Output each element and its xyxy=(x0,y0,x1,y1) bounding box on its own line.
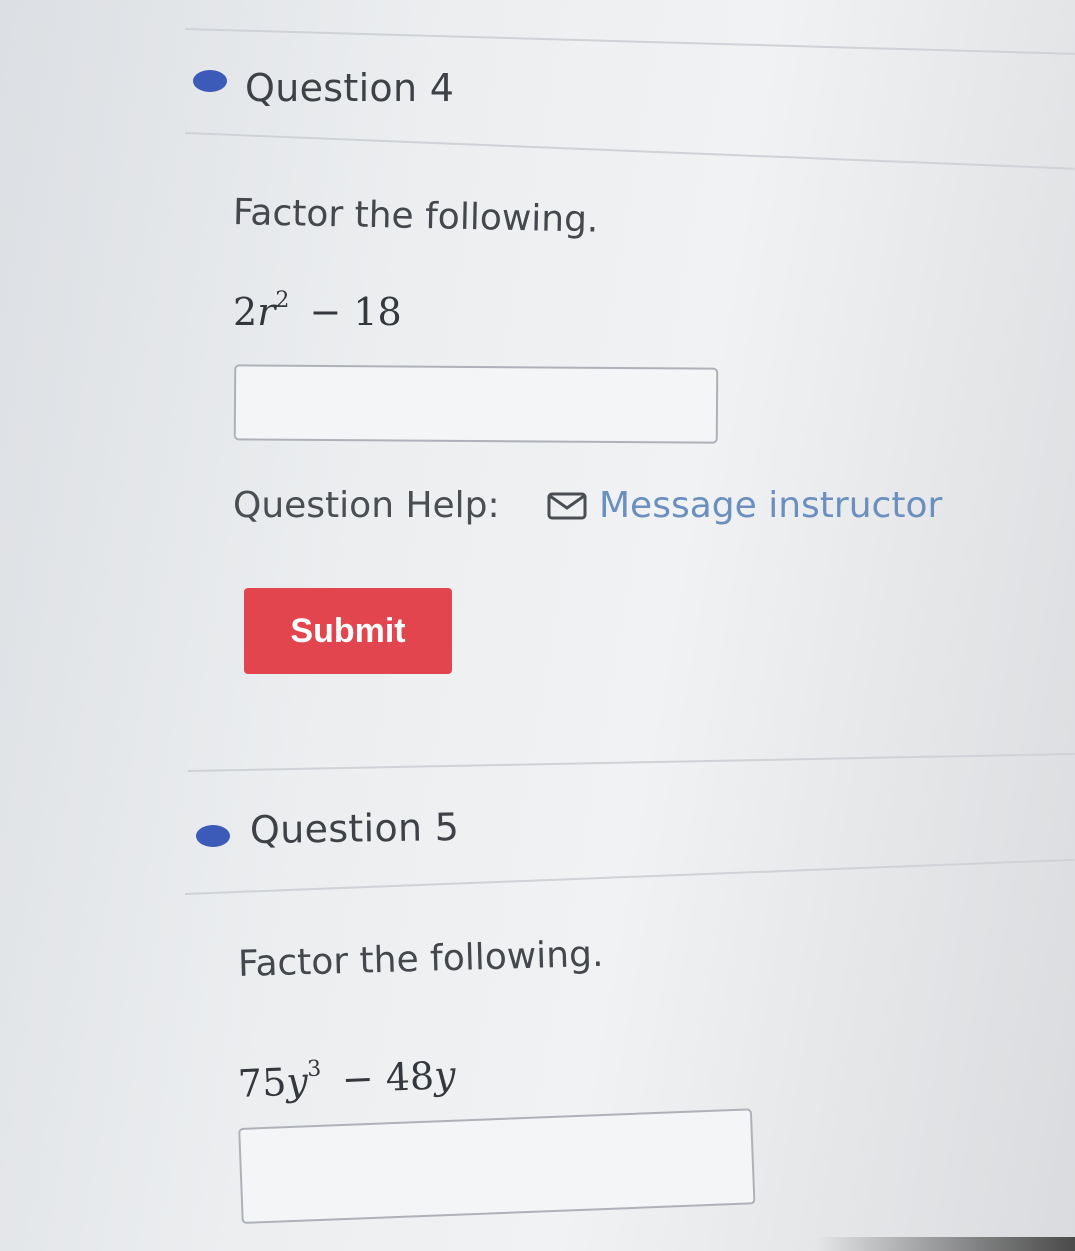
question-4-answer-input[interactable] xyxy=(233,364,719,444)
q5-rest-variable: y xyxy=(433,1052,457,1098)
message-instructor-link[interactable]: Message instructor xyxy=(547,485,942,526)
page-background xyxy=(0,0,1075,1251)
q5-exponent: 3 xyxy=(306,1056,322,1083)
q4-rest: − 18 xyxy=(309,290,402,334)
question-4-expression: 2r2 − 18 xyxy=(233,288,402,334)
q4-coefficient: 2 xyxy=(233,290,258,334)
q4-exponent: 2 xyxy=(275,288,290,314)
q5-variable: y xyxy=(285,1059,309,1104)
question-4-title: Question 4 xyxy=(245,66,455,110)
question-5-title: Question 5 xyxy=(249,805,460,852)
question-4-prompt: Factor the following. xyxy=(232,192,599,241)
question-help-label: Question Help: xyxy=(233,485,500,526)
question-4-bullet-icon xyxy=(193,70,227,92)
screen-bezel-edge xyxy=(815,1237,1075,1251)
question-5-answer-input[interactable] xyxy=(238,1108,756,1224)
message-instructor-label: Message instructor xyxy=(599,485,943,526)
q5-rest-number: − 48 xyxy=(340,1053,435,1102)
question-5-bullet-icon xyxy=(196,825,230,847)
q5-coefficient: 75 xyxy=(237,1059,288,1106)
question-5-expression: 75y3 − 48y xyxy=(237,1053,456,1106)
q4-variable: r xyxy=(257,290,276,334)
submit-button[interactable]: Submit xyxy=(244,588,452,674)
mail-icon xyxy=(547,492,587,519)
